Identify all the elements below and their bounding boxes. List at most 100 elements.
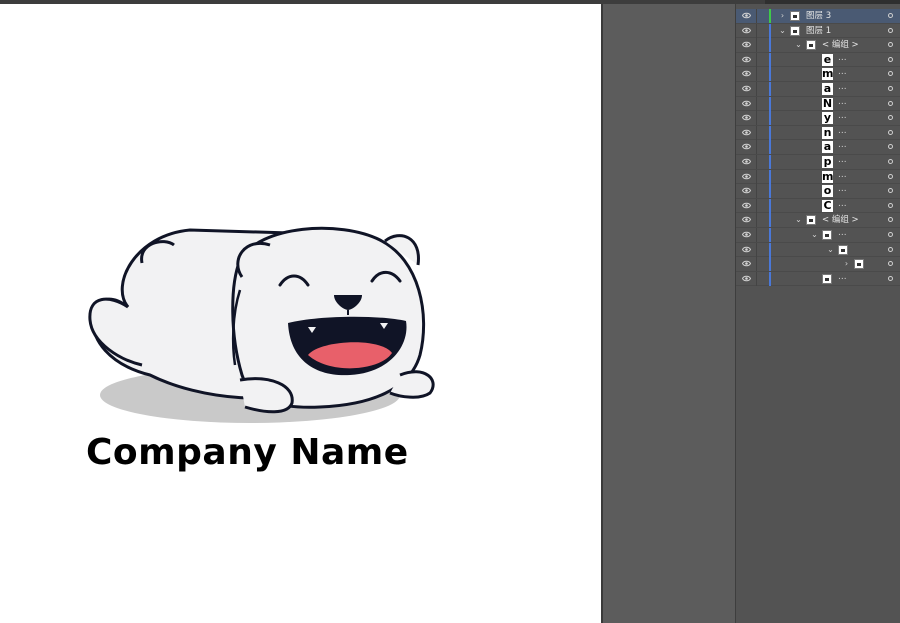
layer-row[interactable]: a... — [736, 140, 900, 155]
visibility-eye-icon[interactable] — [742, 143, 751, 150]
target-circle-icon[interactable] — [888, 144, 893, 150]
visibility-eye-icon[interactable] — [742, 202, 751, 209]
layer-name[interactable]: 图层 3 — [806, 10, 831, 22]
layer-row[interactable]: m... — [736, 169, 900, 185]
visibility-eye-icon[interactable] — [742, 12, 751, 19]
target-circle-icon[interactable] — [888, 42, 893, 48]
chevron-right-icon[interactable]: › — [778, 11, 787, 20]
target-circle-icon[interactable] — [888, 56, 893, 62]
column-divider — [756, 23, 757, 38]
layer-row[interactable]: ... — [736, 271, 900, 287]
visibility-eye-icon[interactable] — [742, 129, 751, 136]
target-circle-icon[interactable] — [888, 275, 893, 281]
layer-row[interactable]: ⌄ — [736, 242, 900, 258]
layer-row[interactable]: a... — [736, 82, 900, 97]
layer-color-bar — [769, 125, 771, 140]
layer-row[interactable]: ⌄ < 编组 > — [736, 38, 900, 53]
chevron-down-icon[interactable]: ⌄ — [826, 245, 835, 254]
target-circle-icon[interactable] — [888, 173, 893, 179]
layer-row[interactable]: p... — [736, 155, 900, 170]
layer-row[interactable]: › — [736, 257, 900, 272]
visibility-eye-icon[interactable] — [742, 216, 751, 223]
company-name-text[interactable]: Company Name — [86, 432, 409, 473]
visibility-eye-icon[interactable] — [742, 85, 751, 92]
visibility-eye-icon[interactable] — [742, 56, 751, 63]
target-circle-icon[interactable] — [888, 217, 893, 223]
layer-row[interactable]: y... — [736, 111, 900, 126]
layer-name[interactable]: ... — [838, 199, 847, 210]
layer-row[interactable]: C... — [736, 198, 900, 214]
chevron-down-icon[interactable]: ⌄ — [794, 40, 803, 49]
layer-row[interactable]: › 图层 3 — [736, 9, 900, 24]
target-circle-icon[interactable] — [888, 71, 893, 77]
layer-row[interactable]: m... — [736, 67, 900, 82]
visibility-eye-icon[interactable] — [742, 231, 751, 238]
layers-panel: › 图层 3 ⌄ 图层 1 ⌄ < 编组 > e... m... a... N... y... n..… — [735, 4, 900, 623]
target-circle-icon[interactable] — [888, 188, 893, 194]
layer-row[interactable]: ⌄ < 编组 > — [736, 213, 900, 228]
visibility-eye-icon[interactable] — [742, 260, 751, 267]
column-divider — [756, 38, 757, 53]
chevron-down-icon[interactable]: ⌄ — [778, 26, 787, 35]
layer-row[interactable]: N... — [736, 96, 900, 112]
target-circle-icon[interactable] — [888, 115, 893, 121]
layer-row[interactable]: o... — [736, 184, 900, 199]
target-circle-icon[interactable] — [888, 13, 893, 18]
visibility-eye-icon[interactable] — [742, 187, 751, 194]
layer-thumbnail-glyph: N — [822, 97, 833, 110]
visibility-eye-icon[interactable] — [742, 173, 751, 180]
layer-row[interactable]: ⌄... — [736, 228, 900, 243]
visibility-eye-icon[interactable] — [742, 41, 751, 48]
chevron-down-icon[interactable]: ⌄ — [794, 215, 803, 224]
layer-name[interactable]: < 编组 > — [822, 214, 859, 226]
visibility-eye-icon[interactable] — [742, 100, 751, 107]
layer-name[interactable]: ... — [838, 140, 847, 151]
chevron-right-icon[interactable]: › — [842, 259, 851, 268]
layer-name[interactable]: ... — [838, 155, 847, 166]
visibility-eye-icon[interactable] — [742, 158, 751, 165]
layer-row[interactable]: n... — [736, 125, 900, 141]
target-circle-icon[interactable] — [888, 246, 893, 252]
layer-thumbnail-glyph: m — [822, 68, 833, 81]
layer-color-bar — [769, 96, 771, 111]
layer-name[interactable]: 图层 1 — [806, 25, 831, 37]
chevron-down-icon[interactable]: ⌄ — [810, 230, 819, 239]
layer-name[interactable]: ... — [838, 97, 847, 108]
visibility-eye-icon[interactable] — [742, 27, 751, 34]
visibility-eye-icon[interactable] — [742, 275, 751, 282]
column-divider — [756, 271, 757, 286]
canvas-pasteboard[interactable] — [603, 4, 735, 623]
layer-name[interactable]: ... — [838, 184, 847, 195]
layer-name[interactable]: ... — [838, 272, 847, 283]
visibility-eye-icon[interactable] — [742, 246, 751, 253]
visibility-eye-icon[interactable] — [742, 70, 751, 77]
column-divider — [756, 125, 757, 140]
target-circle-icon[interactable] — [888, 27, 893, 33]
layer-color-bar — [769, 82, 771, 96]
target-circle-icon[interactable] — [888, 261, 893, 267]
column-divider — [756, 184, 757, 199]
target-circle-icon[interactable] — [888, 100, 893, 106]
layer-name[interactable]: ... — [838, 82, 847, 93]
target-circle-icon[interactable] — [888, 232, 893, 237]
layer-name[interactable]: ... — [838, 170, 847, 181]
layer-color-bar — [769, 213, 771, 228]
layer-name[interactable]: < 编组 > — [822, 39, 859, 51]
layer-name[interactable]: ... — [838, 53, 847, 64]
layer-name[interactable]: ... — [838, 228, 847, 239]
target-circle-icon[interactable] — [888, 129, 893, 135]
layer-name[interactable]: ... — [838, 126, 847, 137]
target-circle-icon[interactable] — [888, 86, 893, 91]
layer-row[interactable]: ⌄ 图层 1 — [736, 23, 900, 39]
layer-row[interactable]: e... — [736, 52, 900, 68]
target-circle-icon[interactable] — [888, 159, 893, 164]
layer-color-bar — [769, 23, 771, 38]
visibility-eye-icon[interactable] — [742, 114, 751, 121]
layer-name[interactable]: ... — [838, 111, 847, 122]
layer-color-bar — [769, 198, 771, 213]
column-divider — [756, 96, 757, 111]
column-divider — [756, 82, 757, 96]
layer-name[interactable]: ... — [838, 67, 847, 78]
polar-bear-illustration[interactable] — [80, 215, 445, 430]
target-circle-icon[interactable] — [888, 202, 893, 208]
